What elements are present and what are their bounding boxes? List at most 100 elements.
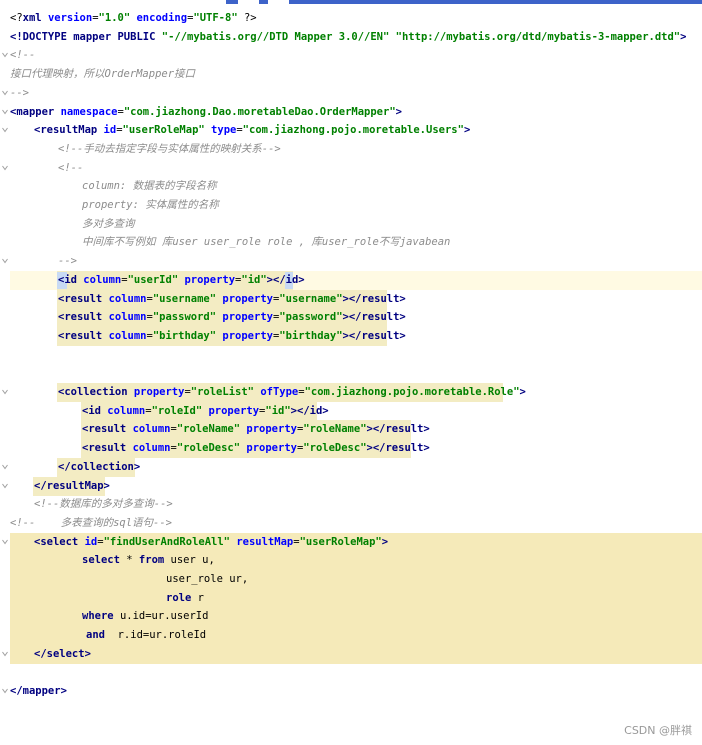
code-token: column <box>132 423 171 436</box>
code-token: column: 数据表的字段名称 <box>82 180 217 193</box>
fold-marker-icon[interactable] <box>2 389 8 395</box>
fold-marker-icon[interactable] <box>2 258 8 264</box>
code-token: mapper <box>73 30 118 43</box>
code-line[interactable]: and r.id=ur.roleId <box>0 626 702 646</box>
code-token: ></result> <box>342 311 406 324</box>
code-line[interactable]: </select> <box>0 644 702 664</box>
fold-marker-icon[interactable] <box>2 109 8 115</box>
code-text: <!--手动去指定字段与实体属性的映射关系--> <box>58 140 281 159</box>
code-line[interactable]: where u.id=ur.userId <box>0 607 702 627</box>
line-highlight <box>10 588 702 608</box>
code-line[interactable]: <!-- 多表查询的sql语句--> <box>0 514 702 533</box>
fold-marker-icon[interactable] <box>2 90 8 96</box>
code-line[interactable]: <resultMap id="userRoleMap" type="com.ji… <box>0 121 702 140</box>
code-token: property <box>222 329 273 342</box>
code-token: "com.jiazhong.Dao.moretableDao.OrderMapp… <box>123 105 396 118</box>
code-token: column <box>108 311 147 324</box>
code-text: <!DOCTYPE mapper PUBLIC "-//mybatis.org/… <box>10 28 686 47</box>
code-line[interactable]: <collection property="roleList" ofType="… <box>0 383 702 402</box>
code-text: user_role ur, <box>166 570 248 589</box>
fold-marker-icon[interactable] <box>2 52 8 58</box>
code-line[interactable]: <result column="birthday" property="birt… <box>0 326 702 346</box>
code-line[interactable]: <result column="roleDesc" property="role… <box>0 439 702 459</box>
fold-marker-icon[interactable] <box>2 483 8 489</box>
code-line[interactable]: <result column="password" property="pass… <box>0 308 702 328</box>
code-token: </collection> <box>58 460 141 473</box>
code-text: <!-- 多表查询的sql语句--> <box>10 514 172 533</box>
code-line[interactable]: <!-- <box>0 159 702 178</box>
code-line[interactable]: <select id="findUserAndRoleAll" resultMa… <box>0 532 702 552</box>
code-text: <result column="roleName" property="role… <box>82 420 430 439</box>
line-highlight <box>10 644 702 664</box>
code-token: r <box>197 591 204 604</box>
code-token: "roleId" <box>151 404 203 417</box>
code-token: <!--手动去指定字段与实体属性的映射关系--> <box>58 142 281 155</box>
fold-marker-icon[interactable] <box>2 464 8 470</box>
code-token: <collection <box>58 386 134 398</box>
code-token: ></id> <box>266 273 305 286</box>
code-token: > <box>381 535 389 548</box>
code-line[interactable]: <result column="username" property="user… <box>0 289 702 309</box>
code-line[interactable]: 多对多查询 <box>0 215 702 234</box>
code-token: ?> <box>237 12 257 24</box>
code-text: <select id="findUserAndRoleAll" resultMa… <box>34 533 388 552</box>
code-token: ></result> <box>366 423 430 436</box>
code-token: > <box>519 386 526 398</box>
code-token: ></result> <box>366 442 430 455</box>
code-token: </mapper> <box>10 685 67 698</box>
code-line[interactable]: <id column="userId" property="id"></id> <box>0 270 702 290</box>
code-token: type <box>211 124 237 137</box>
code-text: column: 数据表的字段名称 <box>82 177 217 196</box>
code-line[interactable]: </resultMap> <box>0 476 702 496</box>
code-token: > <box>395 105 402 118</box>
code-line[interactable] <box>0 664 702 683</box>
fold-marker-icon[interactable] <box>2 165 8 171</box>
code-token: id <box>103 124 117 137</box>
code-token: id <box>84 535 98 548</box>
code-line[interactable]: role r <box>0 588 702 608</box>
code-token: from <box>138 554 171 567</box>
fold-marker-icon[interactable] <box>2 127 8 133</box>
code-editor[interactable]: <?xml version="1.0" encoding="UTF-8" ?> <… <box>0 0 702 745</box>
code-token: "username" <box>152 292 217 305</box>
code-line[interactable]: <!DOCTYPE mapper PUBLIC "-//mybatis.org/… <box>0 28 702 47</box>
code-line[interactable]: 接口代理映射，所以OrderMapper接口 <box>0 65 702 84</box>
code-token: "userId" <box>127 273 179 286</box>
code-line[interactable]: select * from user u, <box>0 551 702 571</box>
code-token: <mapper <box>10 105 61 118</box>
code-line[interactable]: <result column="roleName" property="role… <box>0 420 702 440</box>
code-token: </resultMap> <box>34 479 110 492</box>
code-line[interactable]: </collection> <box>0 457 702 477</box>
code-text: </mapper> <box>10 682 67 701</box>
code-line[interactable]: <!-- <box>0 46 702 65</box>
code-line[interactable]: <!--数据库的多对多查询--> <box>0 495 702 514</box>
code-line[interactable]: 中间库不写例如 库user user_role role , 库user_rol… <box>0 233 702 252</box>
code-line[interactable]: column: 数据表的字段名称 <box>0 177 702 196</box>
code-line[interactable]: user_role ur, <box>0 570 702 589</box>
code-line[interactable]: <mapper namespace="com.jiazhong.Dao.more… <box>0 103 702 122</box>
code-token: <!-- 多表查询的sql语句--> <box>10 516 173 529</box>
code-line[interactable]: --> <box>0 84 702 103</box>
fold-marker-icon[interactable] <box>2 539 8 545</box>
code-line[interactable] <box>0 364 702 383</box>
code-token: "roleDesc" <box>176 442 241 455</box>
code-token: "birthday" <box>279 329 343 342</box>
code-line[interactable]: <id column="roleId" property="id"></id> <box>0 401 702 421</box>
fold-marker-icon[interactable] <box>2 688 8 694</box>
code-token: version <box>47 12 93 24</box>
fold-marker-icon[interactable] <box>2 651 8 657</box>
code-token: <result <box>58 292 109 305</box>
code-line[interactable]: property: 实体属性的名称 <box>0 196 702 215</box>
code-text: <id column="roleId" property="id"></id> <box>82 402 329 421</box>
code-line[interactable] <box>0 346 702 365</box>
code-text: <?xml version="1.0" encoding="UTF-8" ?> <box>10 9 257 28</box>
code-line[interactable]: <!--手动去指定字段与实体属性的映射关系--> <box>0 140 702 159</box>
code-text: <collection property="roleList" ofType="… <box>58 383 526 402</box>
code-token: select <box>82 554 127 567</box>
code-line[interactable]: </mapper> <box>0 682 702 701</box>
code-token: 接口代理映射，所以OrderMapper接口 <box>10 68 196 81</box>
code-token: u.id=ur.userId <box>119 610 209 623</box>
code-line[interactable]: <?xml version="1.0" encoding="UTF-8" ?> <box>0 9 702 28</box>
code-token: ></result> <box>342 329 406 342</box>
code-line[interactable]: --> <box>0 252 702 271</box>
